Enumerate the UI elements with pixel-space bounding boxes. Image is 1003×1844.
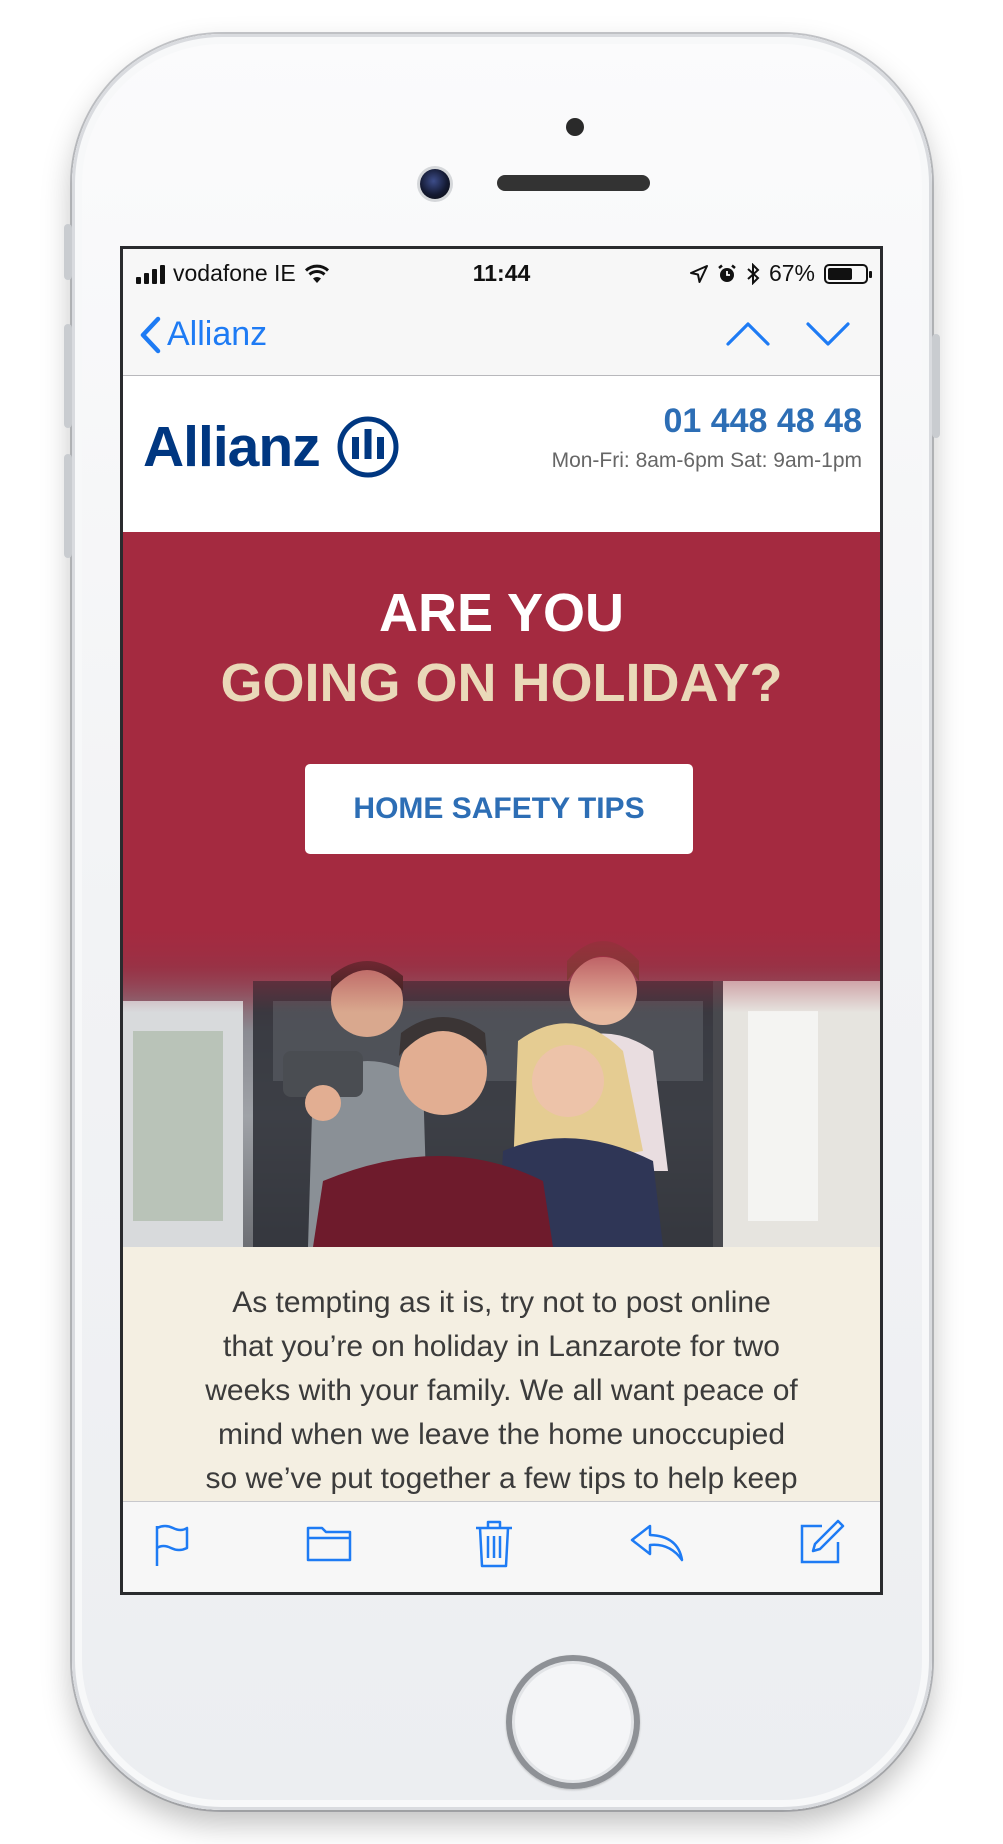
folder-icon[interactable] (306, 1522, 352, 1564)
proximity-sensor (566, 118, 584, 136)
bluetooth-icon (747, 262, 760, 285)
compose-icon[interactable] (798, 1518, 846, 1566)
headline-line-1: ARE YOU (378, 583, 625, 643)
battery-icon (824, 263, 872, 284)
phone-number-link[interactable]: 01 448 48 48 (552, 402, 862, 441)
paragraph-line: so we’ve put together a few tips to help… (205, 1462, 798, 1495)
power-button (932, 334, 940, 438)
mail-toolbar (123, 1501, 880, 1592)
home-button[interactable] (506, 1655, 640, 1789)
volume-down-button (64, 454, 72, 558)
trash-icon[interactable] (474, 1518, 514, 1570)
email-body: Allianz 01 448 48 48 Mon-Fri: 8am-6pm Sa… (123, 376, 880, 1502)
phone-screen: vodafone IE 11:44 67% Allianz Allianz 01… (123, 249, 880, 1592)
paragraph-line: weeks with your family. We all want peac… (205, 1374, 798, 1407)
location-arrow-icon (689, 264, 708, 283)
opening-hours: Mon-Fri: 8am-6pm Sat: 9am-1pm (551, 449, 862, 472)
headline-line-2: GOING ON HOLIDAY? (220, 653, 783, 713)
family-selfie-photo[interactable] (123, 921, 880, 1247)
paragraph-line: mind when we leave the home unoccupied (217, 1418, 786, 1451)
brand-name: Allianz (143, 415, 321, 479)
flag-icon[interactable] (153, 1522, 191, 1568)
paragraph-line: that you’re on holiday in Lanzarote for … (222, 1330, 780, 1363)
email-header: Allianz 01 448 48 48 Mon-Fri: 8am-6pm Sa… (123, 376, 880, 532)
email-paragraph: As tempting as it is, try not to post on… (123, 1247, 880, 1502)
next-message-button[interactable] (806, 321, 850, 347)
mute-switch (64, 224, 72, 280)
previous-message-button[interactable] (726, 321, 770, 347)
mail-nav-bar: Allianz (123, 297, 880, 376)
earpiece-speaker (497, 175, 650, 191)
allianz-emblem-icon (337, 416, 399, 478)
back-button[interactable]: Allianz (139, 315, 267, 354)
back-label: Allianz (167, 315, 268, 353)
allianz-logo: Allianz (143, 414, 400, 480)
chevron-left-icon (140, 316, 161, 353)
reply-icon[interactable] (630, 1522, 684, 1564)
front-camera (420, 169, 450, 199)
hero-banner: ARE YOU GOING ON HOLIDAY? HOME SAFETY TI… (123, 532, 880, 921)
status-bar: vodafone IE 11:44 67% (123, 249, 880, 297)
battery-percent: 67% (768, 260, 815, 286)
alarm-icon (718, 264, 736, 282)
volume-up-button (64, 324, 72, 428)
family-selfie-illustration (123, 921, 880, 1247)
home-safety-tips-button[interactable]: HOME SAFETY TIPS (305, 764, 693, 854)
paragraph-line: As tempting as it is, try not to post on… (232, 1286, 771, 1319)
